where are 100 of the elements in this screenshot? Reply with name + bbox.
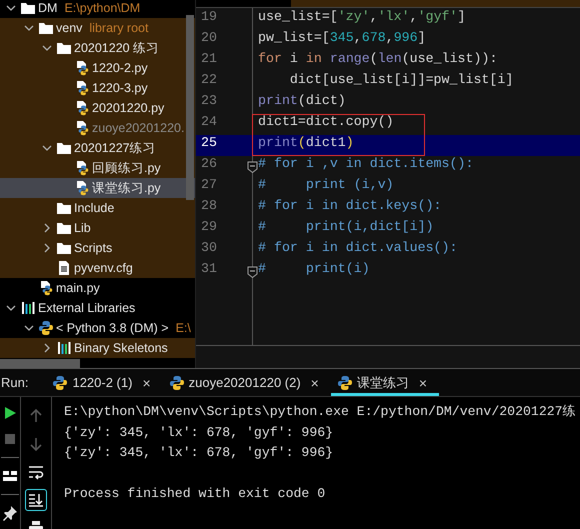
exit-message: Process finished with exit code 0 <box>64 485 326 503</box>
layout-icon[interactable] <box>2 468 18 484</box>
tree-item[interactable]: 20201220.py <box>0 98 195 118</box>
item-label: 20201220 练习 <box>74 40 160 56</box>
folder-icon <box>56 40 72 56</box>
folder-icon <box>56 240 72 256</box>
tree-item[interactable]: Lib <box>0 218 195 238</box>
code-line: print(dict) <box>257 93 347 110</box>
tree-item[interactable]: < Python 3.8 (DM) > E:\ <box>0 318 195 338</box>
arrow-up-icon[interactable] <box>28 408 44 424</box>
python-file-icon <box>74 60 90 76</box>
code-line: # print (i,v) <box>257 177 395 194</box>
run-tab[interactable]: 课堂练习 × <box>330 369 440 396</box>
item-label: 回顾练习.py <box>92 160 161 176</box>
fold-icon[interactable] <box>247 266 258 278</box>
tree-item[interactable]: 1220-3.py <box>0 78 195 98</box>
tree-item[interactable]: venv library root <box>0 18 195 38</box>
text-file-icon <box>56 260 72 276</box>
pin-icon[interactable] <box>2 505 18 521</box>
code-line: # for i in dict.values(): <box>257 240 458 257</box>
item-label: DM <box>38 1 58 15</box>
python-icon <box>38 320 54 336</box>
code-line: # for i in dict.keys(): <box>257 198 443 215</box>
close-icon[interactable]: × <box>310 374 319 390</box>
item-path: E:\python\DM <box>64 1 140 15</box>
run-tab[interactable]: 1220-2 (1) × <box>46 369 163 396</box>
item-label: 1220-2.py <box>92 61 148 75</box>
run-label: Run: <box>0 375 30 390</box>
item-label: pyvenv.cfg <box>74 261 133 275</box>
line-number: 19 <box>201 9 217 26</box>
python-icon <box>336 374 353 390</box>
item-label: 课堂练习.py <box>92 180 161 196</box>
scrollbar[interactable] <box>186 15 194 200</box>
item-label: 20201220.py <box>92 101 164 115</box>
python-file-icon <box>74 120 90 136</box>
line-number: 26 <box>201 156 217 173</box>
item-label: Include <box>74 201 114 215</box>
tree-item[interactable]: 课堂练习.py <box>0 178 195 198</box>
code-line: # for i ,v in dict.items(): <box>257 156 474 173</box>
line-number: 29 <box>201 219 217 236</box>
item-label: External Libraries <box>38 301 136 315</box>
line-number: 20 <box>201 30 217 47</box>
library-icon <box>20 300 36 316</box>
tree-item[interactable]: Binary Skeletons <box>0 338 195 358</box>
library-icon <box>56 340 72 356</box>
tree-item[interactable]: main.py <box>0 278 195 298</box>
folder-icon <box>38 20 54 36</box>
python-icon <box>168 374 185 390</box>
code-line: dict1=dict.copy() <box>257 114 395 131</box>
stop-icon[interactable] <box>2 431 18 447</box>
item-path: library root <box>89 21 148 35</box>
output-line: {'zy': 345, 'lx': 678, 'gyf': 996} <box>64 424 334 442</box>
line-number: 25 <box>201 135 217 152</box>
arrow-down-icon[interactable] <box>28 436 44 452</box>
item-label: venv <box>56 21 82 35</box>
tree-item[interactable]: External Libraries <box>0 298 195 318</box>
item-label: Binary Skeletons <box>74 341 168 355</box>
tree-item[interactable]: 1220-2.py <box>0 58 195 78</box>
line-number: 24 <box>201 114 217 131</box>
line-number: 23 <box>201 93 217 110</box>
line-number: 28 <box>201 198 217 215</box>
scrollbar[interactable] <box>0 359 80 368</box>
item-label: zuoye20201220. <box>92 121 184 135</box>
code-line: pw_list=[345,678,996] <box>257 30 427 47</box>
folder-icon <box>56 140 72 156</box>
soft-wrap-icon[interactable] <box>28 464 44 480</box>
folder-icon <box>20 0 36 16</box>
folder-icon <box>56 220 72 236</box>
run-icon[interactable] <box>2 405 18 421</box>
tree-item[interactable]: Scripts <box>0 238 195 258</box>
tree-item[interactable]: Include <box>0 198 195 218</box>
tree-item[interactable]: pyvenv.cfg <box>0 258 195 278</box>
line-number: 22 <box>201 72 217 89</box>
python-file-icon <box>38 280 54 296</box>
item-label: main.py <box>56 281 100 295</box>
python-file-icon <box>74 80 90 96</box>
item-label: Lib <box>74 221 91 235</box>
line-number: 27 <box>201 177 217 194</box>
close-icon[interactable]: × <box>142 374 151 390</box>
tree-item[interactable]: zuoye20201220. <box>0 118 195 138</box>
item-label: Scripts <box>74 241 112 255</box>
tree-item[interactable]: DM E:\python\DM <box>0 0 195 18</box>
item-label: 1220-3.py <box>92 81 148 95</box>
python-file-icon <box>74 160 90 176</box>
tree-item[interactable]: 20201220 练习 <box>0 38 195 58</box>
code-line: # print(i) <box>257 261 371 278</box>
close-icon[interactable]: × <box>418 374 428 390</box>
line-number: 21 <box>201 51 217 68</box>
run-tab[interactable]: zuoye20201220 (2) × <box>162 369 331 396</box>
command-line: E:\python\DM\venv\Scripts\python.exe E:/python/DM/venv/20201227练 <box>64 403 577 421</box>
item-path: E:\ <box>176 321 191 335</box>
line-number: 30 <box>201 240 217 257</box>
fold-icon[interactable] <box>247 161 258 173</box>
tree-item[interactable]: 20201227练习 <box>0 138 195 158</box>
python-file-icon <box>74 100 90 116</box>
output-line: {'zy': 345, 'lx': 678, 'gyf': 996} <box>64 444 334 462</box>
line-number: 31 <box>201 261 217 278</box>
code-line: use_list=['zy','lx','gyf'] <box>257 9 466 26</box>
item-label: < Python 3.8 (DM) > <box>56 321 169 335</box>
tree-item[interactable]: 回顾练习.py <box>0 158 195 178</box>
